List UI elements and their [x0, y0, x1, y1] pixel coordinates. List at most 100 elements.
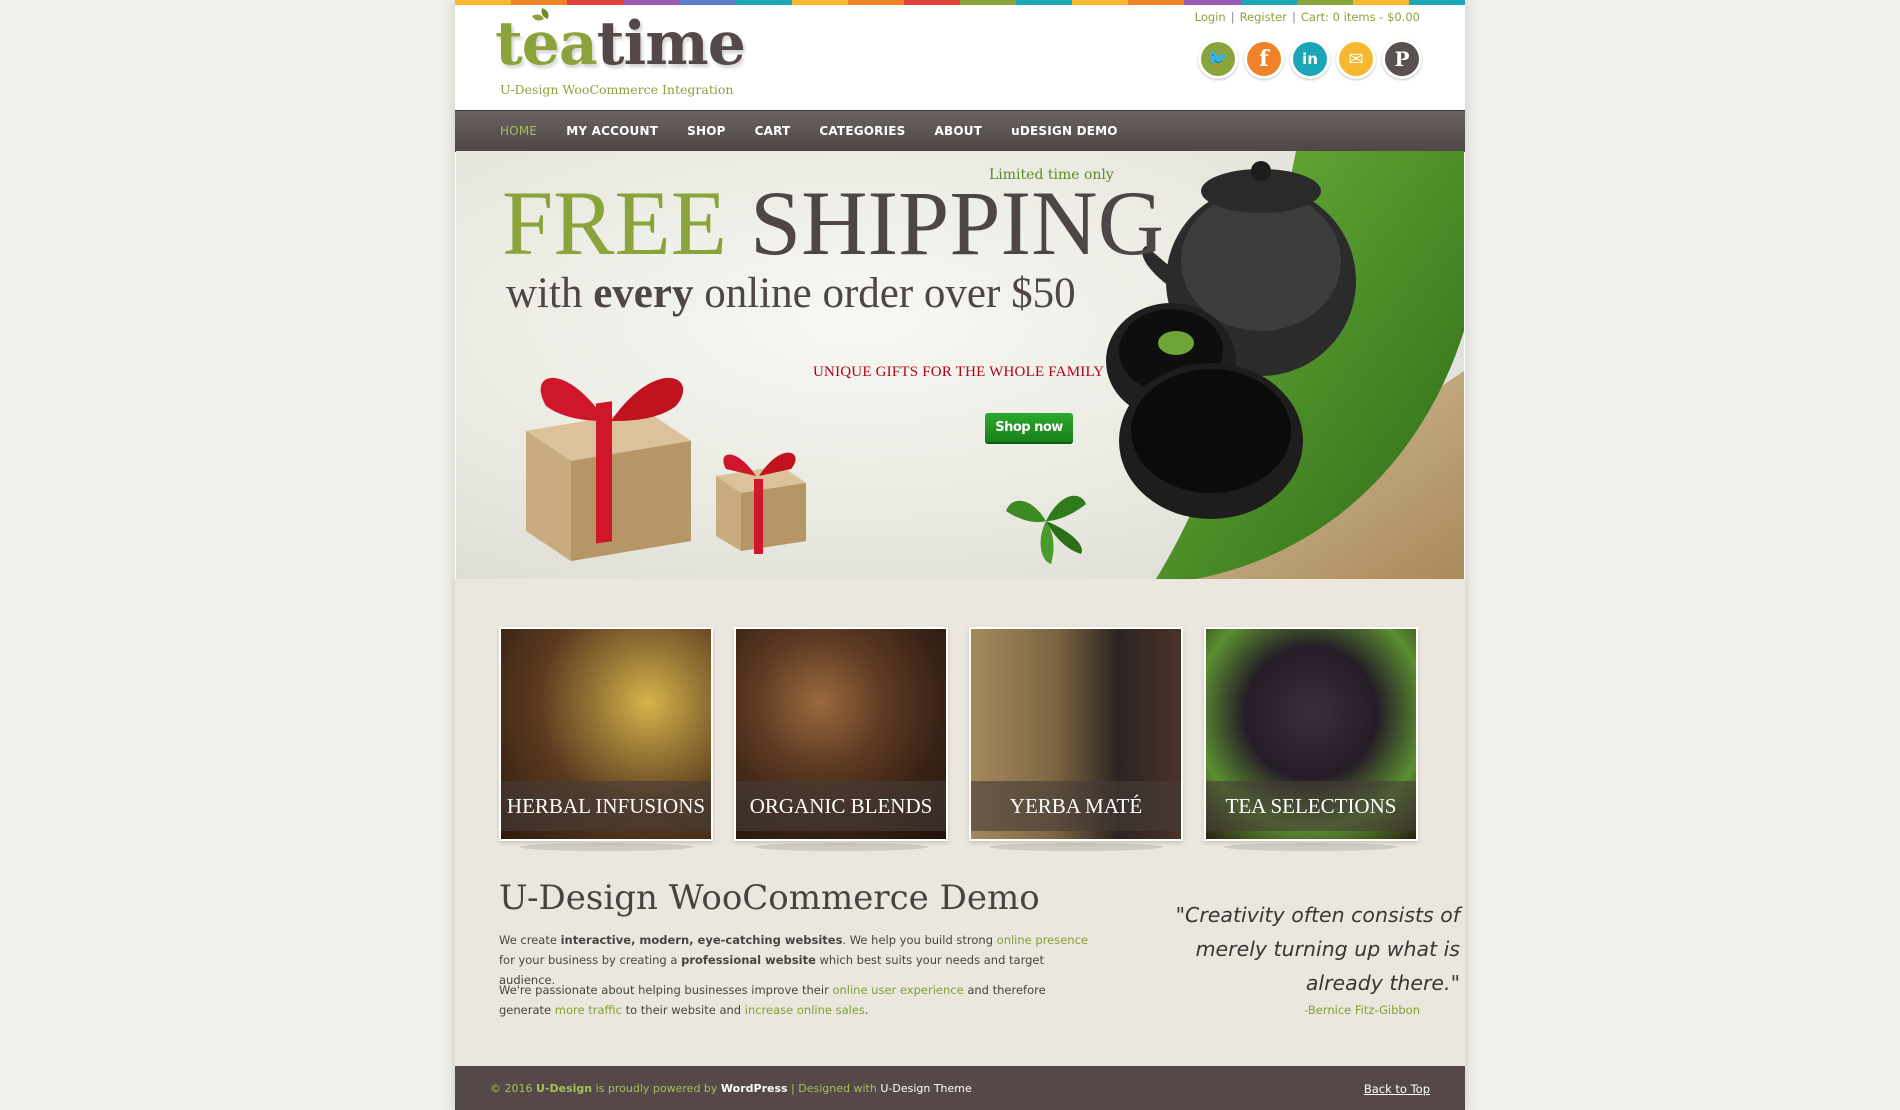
site-tagline: U-Design WooCommerce Integration: [500, 82, 734, 97]
color-stripe: [1352, 0, 1409, 5]
category-label: ORGANIC BLENDS: [736, 781, 946, 831]
text: We're passionate about helping businesse…: [499, 983, 833, 997]
card-shadow: [989, 843, 1163, 851]
text-bold: interactive, modern, eye-catching websit…: [560, 933, 843, 947]
order-subheadline: with every online order over $50: [506, 269, 1076, 318]
wordpress-link[interactable]: WordPress: [721, 1082, 788, 1095]
increase-online-sales-link[interactable]: increase online sales: [745, 1003, 865, 1017]
shipping-word: SHIPPING: [749, 172, 1165, 274]
every-word: every: [593, 270, 694, 317]
facebook-icon-glyph: f: [1247, 42, 1281, 76]
online-presence-link[interactable]: online presence: [997, 933, 1088, 947]
with-word: with: [506, 270, 583, 317]
cart-link[interactable]: Cart: 0 items - $0.00: [1301, 10, 1420, 24]
logo-tea: tea: [495, 9, 598, 79]
order-text: online order over $50: [704, 270, 1076, 317]
twitter-icon-glyph: 🐦: [1201, 42, 1235, 76]
color-stripe: [455, 0, 512, 5]
twitter-icon[interactable]: 🐦: [1198, 39, 1238, 79]
color-stripe: [623, 0, 680, 5]
category-label: TEA SELECTIONS: [1206, 781, 1416, 831]
page-title: U-Design WooCommerce Demo: [499, 878, 1040, 918]
separator: |: [1291, 10, 1296, 24]
card-shadow: [519, 843, 693, 851]
free-shipping-headline: FREE SHIPPING: [502, 173, 1164, 273]
card-shadow: [754, 843, 928, 851]
intro-paragraph-2: We're passionate about helping businesse…: [499, 980, 1089, 1020]
color-stripe: [847, 0, 904, 5]
email-icon-glyph: ✉: [1339, 42, 1373, 76]
category-card-yerba-mate[interactable]: YERBA MATÉ: [969, 627, 1183, 851]
page-container: teatime U-Design WooCommerce Integration…: [455, 0, 1465, 1110]
text: for your business by creating a: [499, 953, 682, 967]
linkedin-icon-glyph: in: [1293, 42, 1327, 76]
pinterest-icon[interactable]: P: [1382, 39, 1422, 79]
more-traffic-link[interactable]: more traffic: [555, 1003, 622, 1017]
color-stripe: [1240, 0, 1297, 5]
shop-now-button[interactable]: Shop now: [985, 413, 1073, 442]
category-label: YERBA MATÉ: [971, 781, 1181, 831]
color-stripe: [1072, 0, 1129, 5]
email-icon[interactable]: ✉: [1336, 39, 1376, 79]
text: We create: [499, 933, 561, 947]
login-link[interactable]: Login: [1195, 10, 1226, 24]
text-bold: professional website: [681, 953, 816, 967]
nav-item-about[interactable]: ABOUT: [926, 111, 1003, 151]
register-link[interactable]: Register: [1240, 10, 1287, 24]
text: to their website and: [621, 1003, 745, 1017]
color-stripe: [1296, 0, 1353, 5]
quote-author: -Bernice Fitz-Gibbon: [1304, 1003, 1420, 1017]
color-stripe: [1408, 0, 1465, 5]
category-card-tea-selections[interactable]: TEA SELECTIONS: [1204, 627, 1418, 851]
site-footer: © 2016 U-Design is proudly powered by Wo…: [455, 1066, 1465, 1110]
pinterest-icon-glyph: P: [1385, 42, 1419, 76]
color-stripe: [1016, 0, 1073, 5]
quote-line: already there.": [1305, 971, 1460, 995]
nav-item-my-account[interactable]: MY ACCOUNT: [557, 111, 678, 151]
text: | Designed with: [787, 1082, 881, 1095]
footer-credits: © 2016 U-Design is proudly powered by Wo…: [490, 1082, 972, 1095]
text: is proudly powered by: [592, 1082, 721, 1095]
udesign-theme-link[interactable]: U-Design Theme: [880, 1082, 971, 1095]
nav-item-shop[interactable]: SHOP: [678, 111, 745, 151]
color-stripe: [1128, 0, 1185, 5]
category-label: HERBAL INFUSIONS: [501, 781, 711, 831]
free-word: FREE: [502, 172, 727, 274]
color-stripe: [959, 0, 1017, 5]
color-stripe: [903, 0, 960, 5]
main-nav: HOME MY ACCOUNT SHOP CART CATEGORIES ABO…: [455, 110, 1465, 152]
copyright-text: © 2016: [490, 1082, 536, 1095]
quote-line: merely turning up what is: [1195, 937, 1460, 961]
social-icons: 🐦 f in ✉ P: [1198, 39, 1422, 79]
color-stripe-bar: [455, 0, 1465, 5]
leaves-illustration: [1006, 495, 1086, 564]
category-card-herbal-infusions[interactable]: HERBAL INFUSIONS: [499, 627, 713, 851]
facebook-icon[interactable]: f: [1244, 39, 1284, 79]
color-stripe: [679, 0, 736, 5]
text: . We help you build strong: [842, 933, 997, 947]
separator: |: [1230, 10, 1235, 24]
color-stripe: [511, 0, 568, 5]
back-to-top-link[interactable]: Back to Top: [1364, 1082, 1430, 1096]
online-user-experience-link[interactable]: online user experience: [832, 983, 963, 997]
quote-line: "Creativity often consists of: [1175, 903, 1460, 927]
text: .: [864, 1003, 869, 1017]
hero-banner: Limited time only FREE SHIPPING with eve…: [456, 151, 1464, 579]
color-stripe: [791, 0, 848, 5]
udesign-link[interactable]: U-Design: [536, 1082, 592, 1095]
color-stripe: [735, 0, 792, 5]
nav-item-cart[interactable]: CART: [746, 111, 811, 151]
color-stripe: [1184, 0, 1241, 5]
card-shadow: [1224, 843, 1398, 851]
linkedin-icon[interactable]: in: [1290, 39, 1330, 79]
nav-item-categories[interactable]: CATEGORIES: [810, 111, 925, 151]
quote-block: "Creativity often consists of merely tur…: [1155, 898, 1460, 1000]
gift-boxes-illustration: [526, 377, 806, 561]
nav-item-udesign-demo[interactable]: uDESIGN DEMO: [1002, 111, 1138, 151]
logo-time: time: [596, 9, 746, 79]
nav-item-home[interactable]: HOME: [491, 111, 557, 151]
leaf-icon: [532, 7, 552, 23]
color-stripe: [567, 0, 624, 5]
category-card-organic-blends[interactable]: ORGANIC BLENDS: [734, 627, 948, 851]
top-links: Login | Register | Cart: 0 items - $0.00: [1195, 10, 1420, 24]
